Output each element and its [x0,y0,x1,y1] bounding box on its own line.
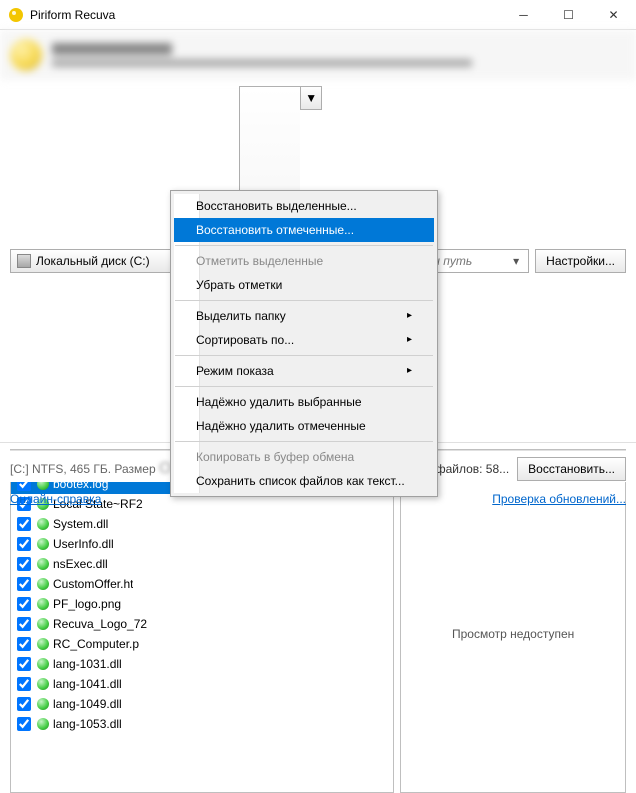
menu-uncheck[interactable]: Убрать отметки [174,273,434,297]
table-row[interactable]: CustomOffer.ht [11,574,393,594]
table-row[interactable]: Recuva_Logo_72 [11,614,393,634]
window-title: Piriform Recuva [30,8,501,22]
status-found: файлов: 58... [436,462,509,476]
row-checkbox[interactable] [17,597,31,611]
row-checkbox[interactable] [17,697,31,711]
file-name: lang-1049.dll [53,697,122,711]
status-dot [37,538,49,550]
status-dot [37,618,49,630]
file-name: RC_Computer.p [53,637,139,651]
file-name: PF_logo.png [53,597,121,611]
maximize-button[interactable]: ☐ [546,0,591,29]
menu-secure-delete-checked[interactable]: Надёжно удалить отмеченные [174,414,434,438]
table-row[interactable]: RC_Computer.p [11,634,393,654]
file-name: lang-1053.dll [53,717,122,731]
table-row[interactable]: lang-1031.dll [11,654,393,674]
recover-button[interactable]: Восстановить... [517,457,626,481]
help-link[interactable]: Онлайн-справка [10,492,101,506]
menu-save-list[interactable]: Сохранить список файлов как текст... [174,469,434,493]
row-checkbox[interactable] [17,637,31,651]
menu-secure-delete-selected[interactable]: Надёжно удалить выбранные [174,390,434,414]
menu-copy-clipboard: Копировать в буфер обмена [174,445,434,469]
file-name: UserInfo.dll [53,537,114,551]
table-row[interactable]: lang-1053.dll [11,714,393,734]
banner [0,30,636,80]
file-name: lang-1031.dll [53,657,122,671]
table-row[interactable]: lang-1049.dll [11,694,393,714]
menu-recover-highlighted[interactable]: Восстановить выделенные... [174,194,434,218]
titlebar: Piriform Recuva ─ ☐ ✕ [0,0,636,30]
table-row[interactable]: UserInfo.dll [11,534,393,554]
status-dot [37,638,49,650]
analyze-dropdown[interactable]: ▼ [300,86,322,110]
row-checkbox[interactable] [17,517,31,531]
row-checkbox[interactable] [17,537,31,551]
table-row[interactable]: lang-1041.dll [11,674,393,694]
status-dot [37,518,49,530]
status-dot [37,678,49,690]
menu-sort-by[interactable]: Сортировать по... [174,328,434,352]
menu-check-highlighted: Отметить выделенные [174,249,434,273]
updates-link[interactable]: Проверка обновлений... [492,492,626,506]
context-menu: Восстановить выделенные... Восстановить … [170,190,438,497]
status-dot [37,658,49,670]
status-dot [37,598,49,610]
file-name: System.dll [53,517,108,531]
status-dot [37,718,49,730]
menu-view-mode[interactable]: Режим показа [174,359,434,383]
preview-body: Просмотр недоступен [401,475,625,792]
row-checkbox[interactable] [17,717,31,731]
menu-recover-checked[interactable]: Восстановить отмеченные... [174,218,434,242]
drive-icon [17,254,31,268]
menu-highlight-folder[interactable]: Выделить папку [174,304,434,328]
row-checkbox[interactable] [17,577,31,591]
file-name: Recuva_Logo_72 [53,617,147,631]
row-checkbox[interactable] [17,617,31,631]
table-row[interactable]: System.dll [11,514,393,534]
row-checkbox[interactable] [17,557,31,571]
app-icon [8,7,24,23]
close-button[interactable]: ✕ [591,0,636,29]
table-row[interactable]: nsExec.dll [11,554,393,574]
chevron-down-icon[interactable]: ▾ [510,254,522,268]
file-name: lang-1041.dll [53,677,122,691]
status-dot [37,698,49,710]
file-name: CustomOffer.ht [53,577,133,591]
status-dot [37,558,49,570]
banner-icon [10,39,42,71]
row-checkbox[interactable] [17,677,31,691]
row-checkbox[interactable] [17,657,31,671]
minimize-button[interactable]: ─ [501,0,546,29]
status-dot [37,578,49,590]
file-name: nsExec.dll [53,557,108,571]
table-row[interactable]: PF_logo.png [11,594,393,614]
settings-button[interactable]: Настройки... [535,249,626,273]
